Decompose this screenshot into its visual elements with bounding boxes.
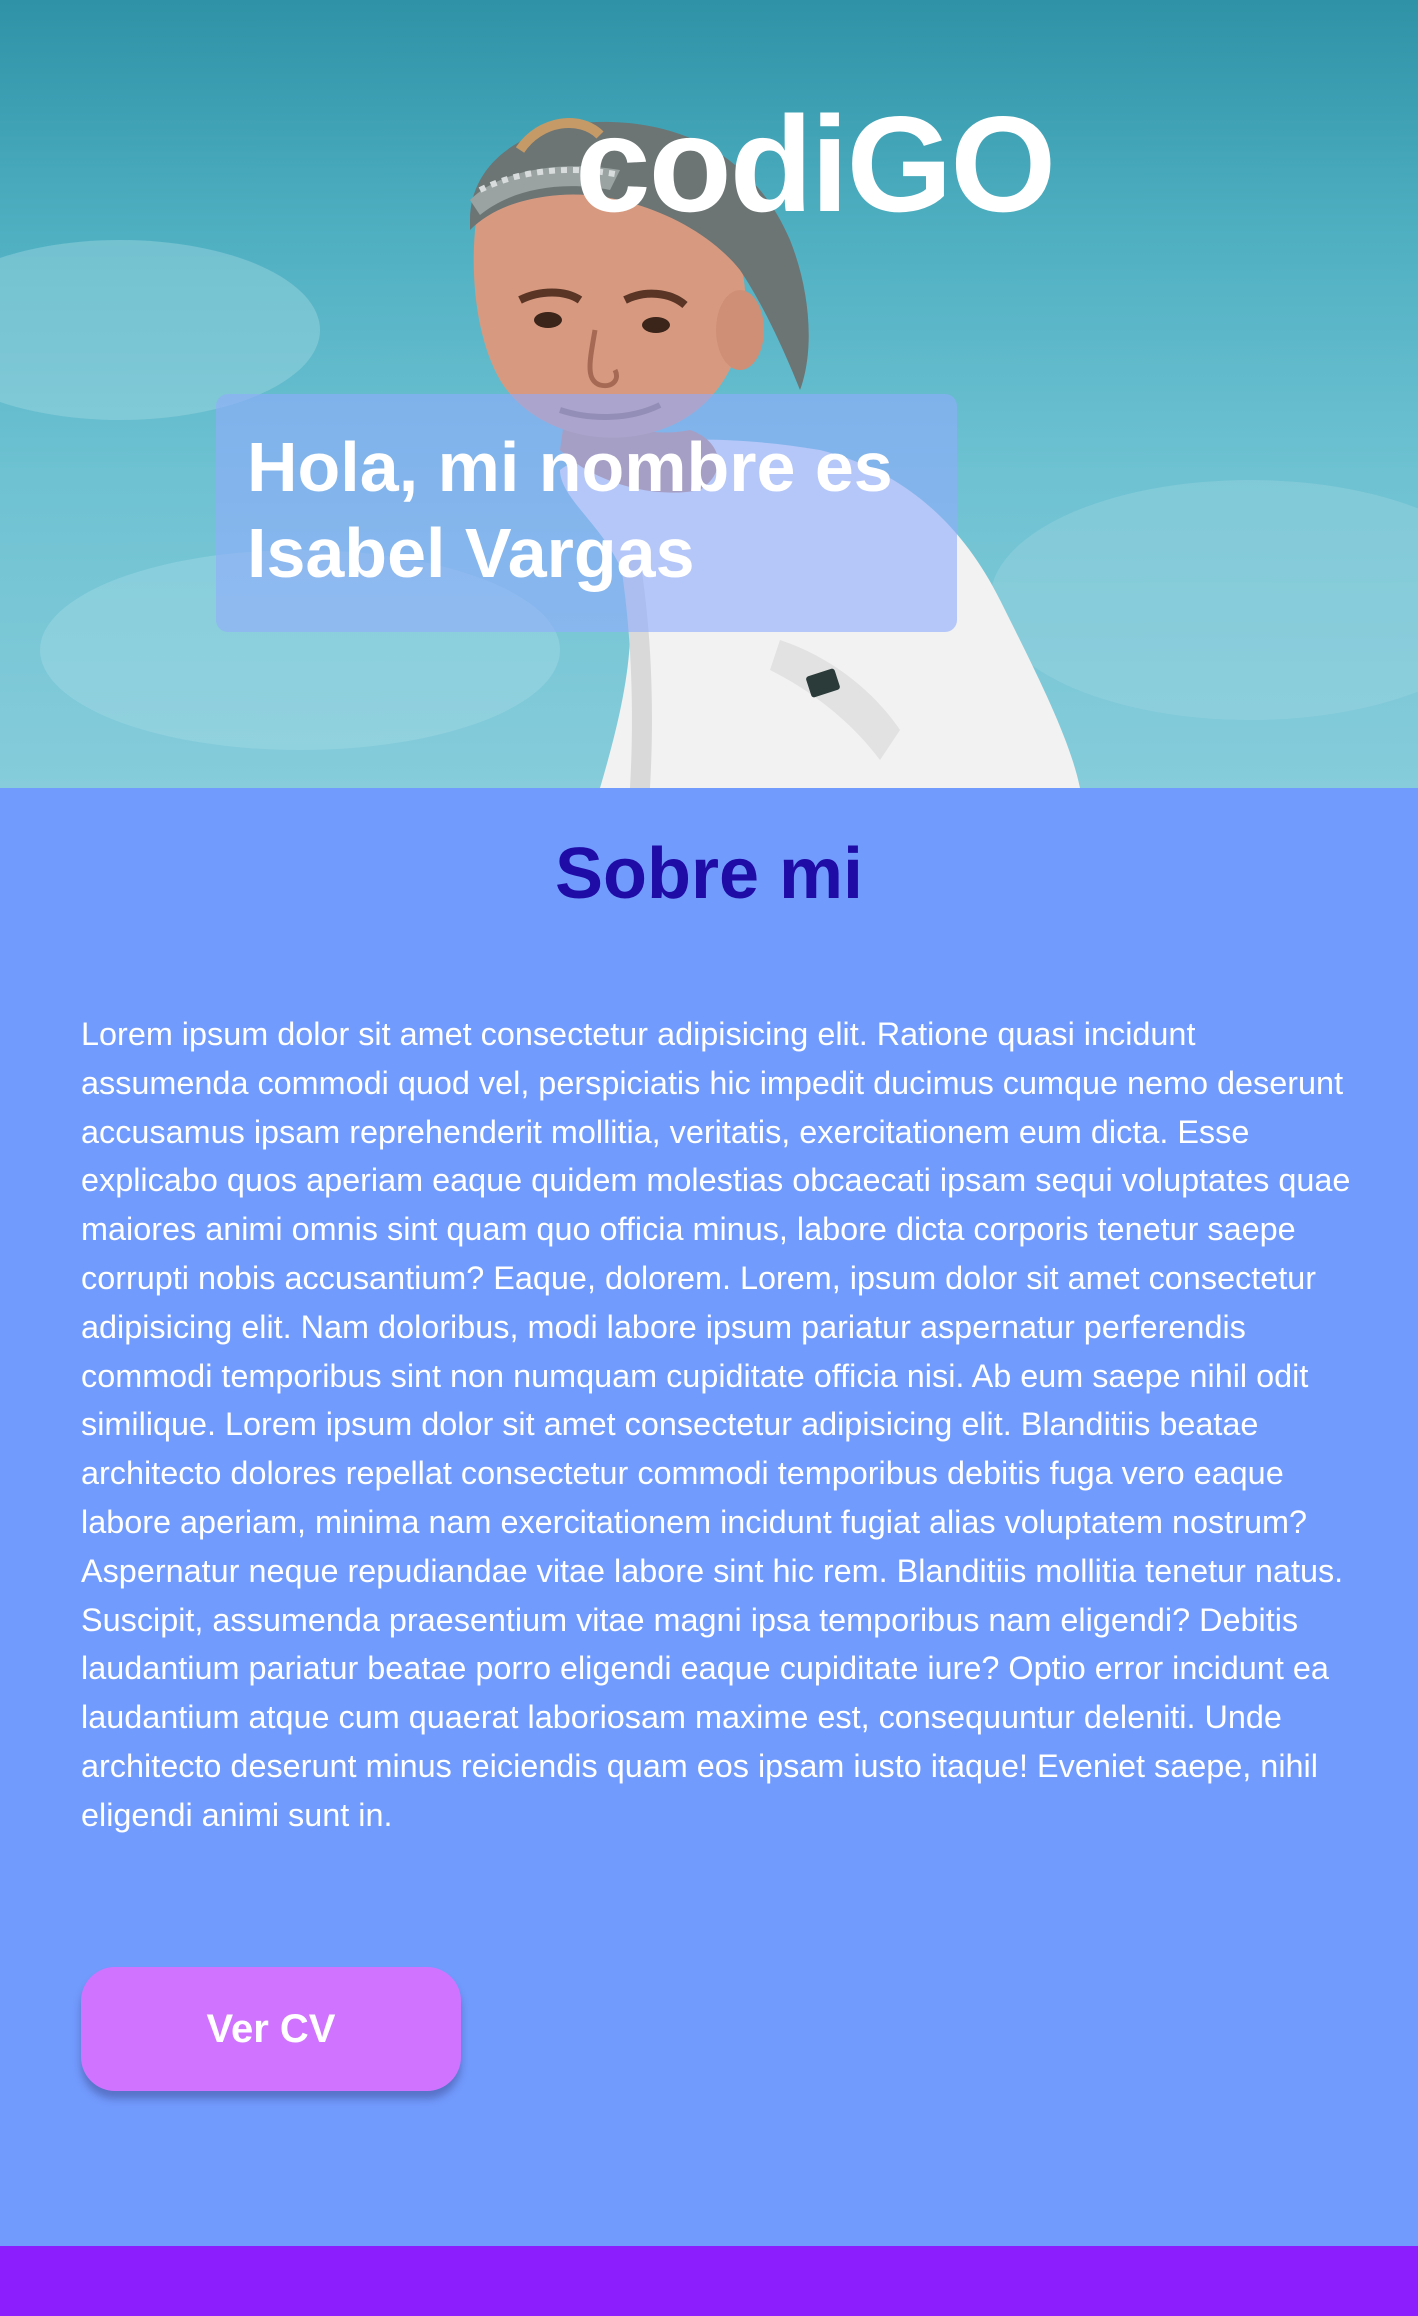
view-cv-button[interactable]: Ver CV [81,1967,461,2091]
about-body: Lorem ipsum dolor sit amet consectetur a… [81,1016,1351,1833]
about-title: Sobre mi [554,834,864,914]
site-logo[interactable]: codiGO [575,96,1056,232]
about-section: Sobre mi Lorem ipsum dolor sit amet cons… [0,788,1418,2246]
greeting-heading: Hola, mi nombre es Isabel Vargas [247,428,893,592]
footer-bar [0,2246,1418,2316]
hero-section: codiGO Hola, mi nombre es Isabel Vargas [0,0,1418,788]
greeting-box: Hola, mi nombre es Isabel Vargas [216,394,957,632]
